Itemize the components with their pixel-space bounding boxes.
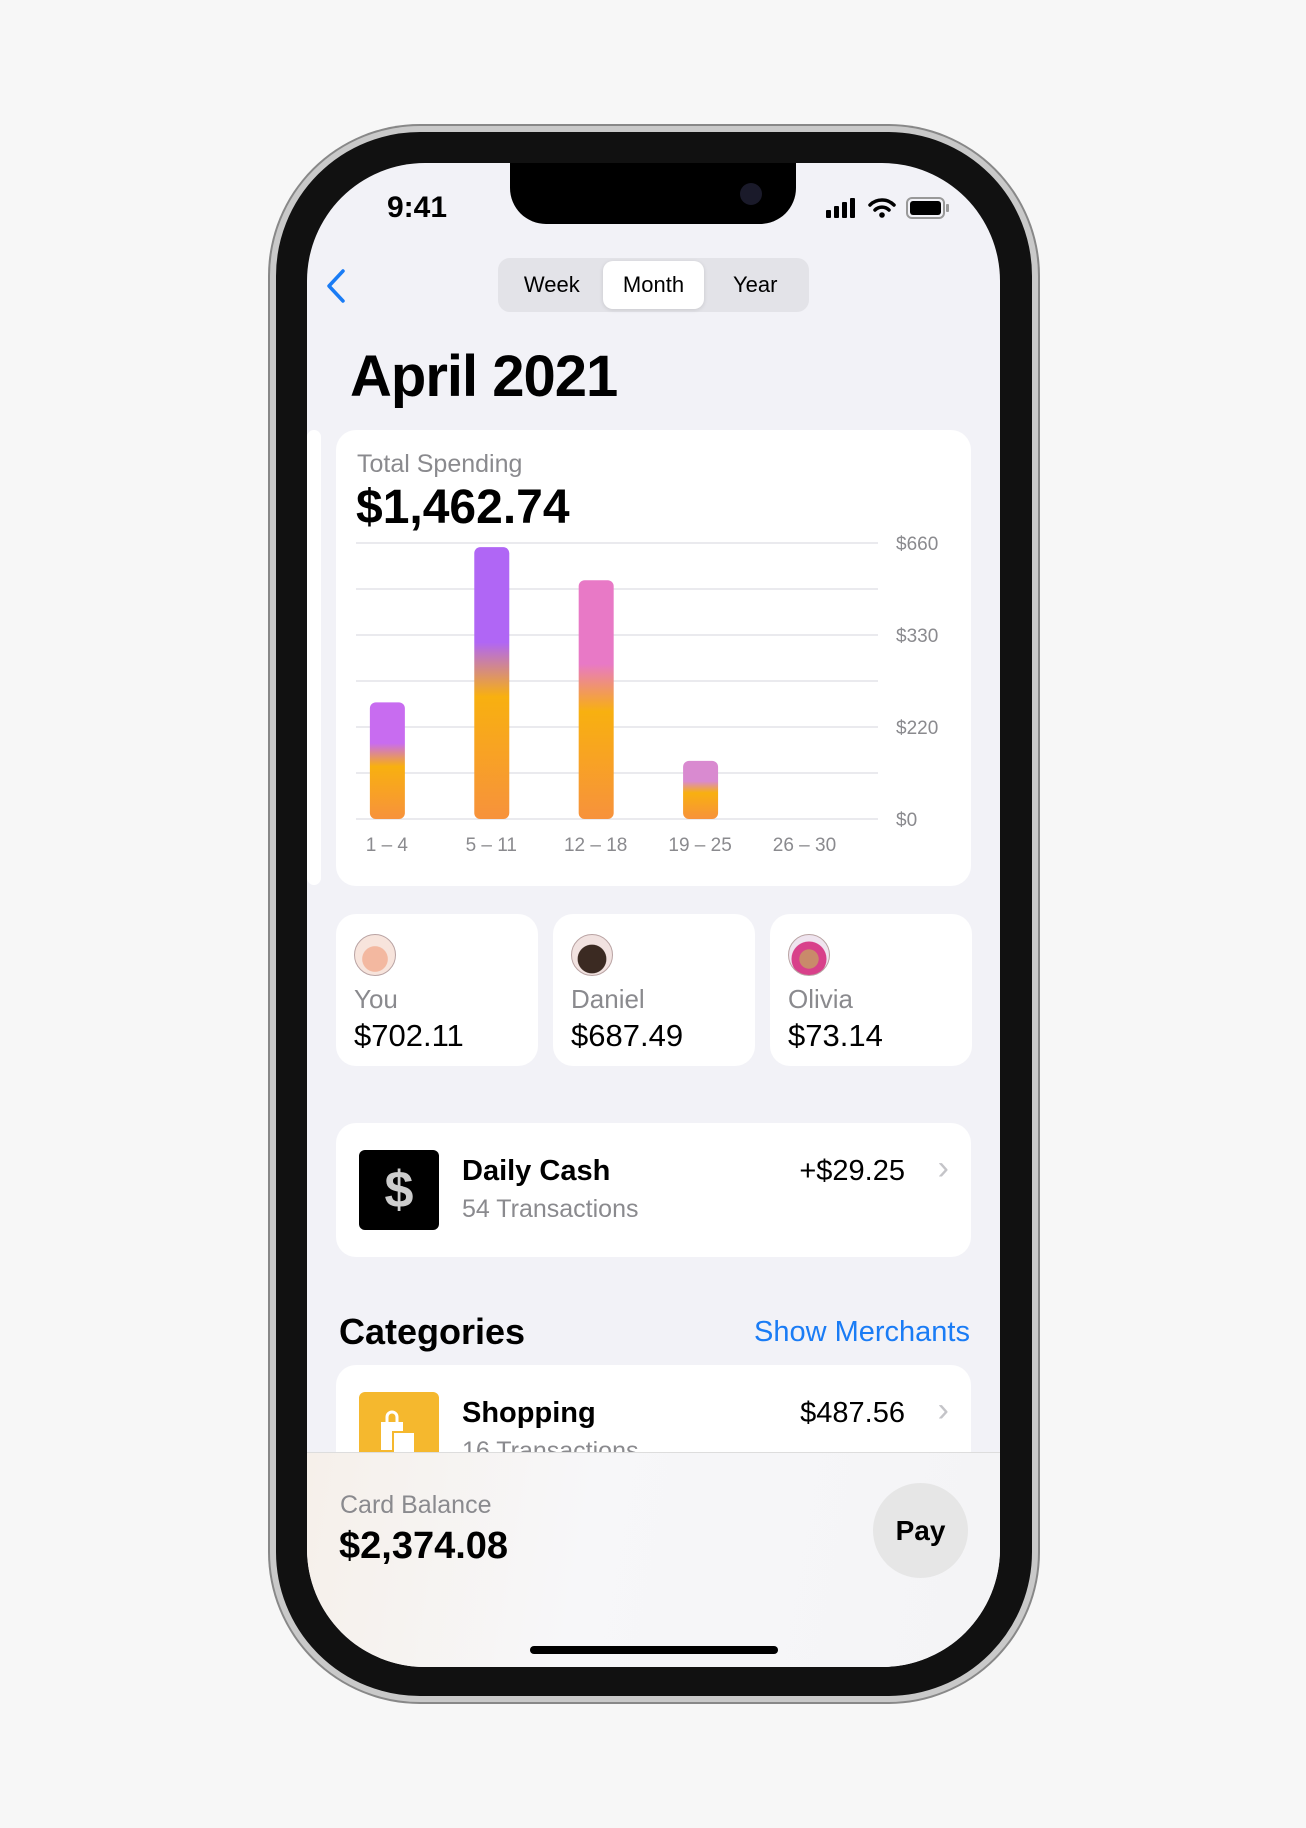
person-name: Daniel (571, 984, 645, 1014)
chevron-right-icon: › (937, 1391, 949, 1429)
chevron-right-icon: › (937, 1149, 949, 1187)
chevron-left-icon (327, 269, 345, 303)
x-tick-label: 12 – 18 (564, 835, 627, 856)
battery-icon (906, 197, 949, 219)
dollar-sign-icon: $ (359, 1150, 439, 1230)
daily-cash-row[interactable]: $ Daily Cash 54 Transactions +$29.25 › (336, 1123, 971, 1257)
person-amount: $687.49 (571, 1018, 684, 1053)
person-amount: $702.11 (354, 1018, 464, 1053)
period-segmented-control: Week Month Year (498, 258, 809, 312)
signal-icon (826, 198, 855, 218)
bar-19–25[interactable] (683, 760, 719, 819)
status-time: 9:41 (387, 191, 448, 224)
daily-cash-subtitle: 54 Transactions (462, 1195, 639, 1223)
x-tick-label: 1 – 4 (366, 835, 409, 856)
y-tick-label: $0 (896, 810, 917, 831)
notch (510, 163, 796, 224)
card-balance-amount: $2,374.08 (339, 1525, 509, 1567)
previous-card-peek[interactable] (307, 430, 321, 885)
card-balance-bar: Card Balance $2,374.08 Pay (307, 1452, 1000, 1667)
bar-1–4[interactable] (369, 702, 405, 819)
x-tick-label: 26 – 30 (773, 835, 836, 856)
pay-button[interactable]: Pay (873, 1483, 968, 1578)
daily-cash-amount: +$29.25 (799, 1155, 905, 1187)
tab-year[interactable]: Year (704, 261, 806, 309)
person-card-daniel[interactable]: Daniel $687.49 (553, 914, 755, 1066)
person-card-olivia[interactable]: Olivia $73.14 (770, 914, 972, 1066)
home-indicator[interactable] (530, 1646, 778, 1654)
avatar (788, 934, 830, 976)
categories-heading: Categories (339, 1311, 526, 1352)
y-tick-label: $660 (896, 534, 938, 555)
person-card-you[interactable]: You $702.11 (336, 914, 538, 1066)
person-name: You (354, 984, 398, 1014)
y-tick-label: $220 (896, 718, 938, 739)
person-amount: $73.14 (788, 1018, 883, 1053)
person-name: Olivia (788, 984, 854, 1014)
spending-chart-card[interactable]: Total Spending $1,462.74 $660 $330 $220 $0 1… (336, 430, 971, 886)
camera-icon (740, 183, 762, 205)
bar-5–11[interactable] (474, 547, 510, 819)
x-tick-label: 5 – 11 (466, 835, 517, 856)
category-amount: $487.56 (800, 1397, 905, 1429)
category-title: Shopping (462, 1397, 596, 1429)
wifi-icon (868, 198, 896, 218)
avatar (571, 934, 613, 976)
status-icons (826, 197, 950, 219)
tab-week[interactable]: Week (501, 261, 603, 309)
spending-chart: $660 $330 $220 $0 1 – 4 5 – 11 12 – 18 19 – 25 2… (356, 534, 938, 856)
x-tick-label: 19 – 25 (668, 835, 731, 856)
back-button[interactable] (325, 268, 347, 314)
page-title: April 2021 (350, 344, 618, 409)
avatar (354, 934, 396, 976)
screen: 9:41 Week Month Year April 2021 Total Sp… (307, 163, 1000, 1667)
bar-12–18[interactable] (578, 580, 614, 819)
tab-month[interactable]: Month (602, 261, 705, 309)
daily-cash-title: Daily Cash (462, 1155, 611, 1187)
y-tick-label: $330 (896, 626, 938, 647)
card-balance-label: Card Balance (340, 1491, 492, 1519)
show-merchants-link[interactable]: Show Merchants (754, 1316, 970, 1349)
